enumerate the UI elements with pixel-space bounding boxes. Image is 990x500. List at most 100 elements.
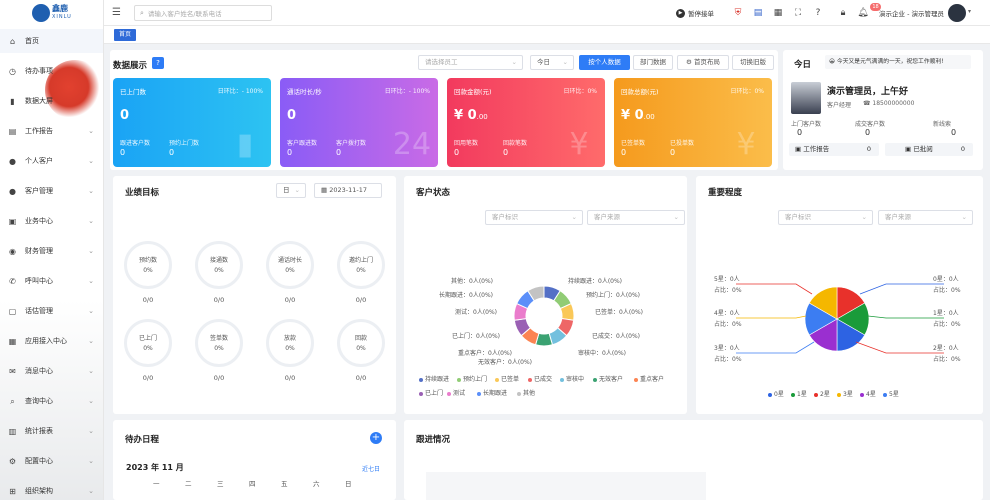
legend-item[interactable]: 审核中 <box>560 374 584 383</box>
period-select[interactable]: 今日 ⌄ <box>530 55 574 70</box>
bell-icon[interactable]: 🔔︎ <box>857 7 869 19</box>
stat-card[interactable]: 已上门数 日环比：- 100% 0 跟进客户数 0 预约上门数 0 ▮ <box>113 78 271 167</box>
legend-item[interactable]: 0星 <box>768 389 784 398</box>
sidebar-item-3[interactable]: ▤ 工作报告 ⌄ <box>0 119 103 143</box>
legend-label: 1星 <box>797 391 807 398</box>
legend-item[interactable]: 已签单 <box>495 374 519 383</box>
legend-item[interactable]: 预约上门 <box>457 374 487 383</box>
sidebar-item-1[interactable]: ◷ 待办事项 <box>0 59 103 83</box>
org-icon: ⊞ <box>9 486 16 496</box>
stat-card[interactable]: 回款金额(元) 日环比：0% ¥ 0.00 回用笔数 0 回款笔数 0 ¥ <box>447 78 605 167</box>
reviewed-button[interactable]: ▣ 已批阅 0 <box>885 143 973 156</box>
finance-icon: ◉ <box>9 246 16 256</box>
stat-card[interactable]: 回款总额(元) 日环比：0% ¥ 0.00 已签单数 0 已投单数 0 ¥ <box>614 78 772 167</box>
switch-old-button[interactable]: 切换旧版 <box>732 55 774 70</box>
employee-select[interactable]: 请选择员工 ⌄ <box>418 55 523 70</box>
avatar[interactable] <box>948 4 966 22</box>
menu-toggle-icon[interactable]: ☰ <box>112 7 121 18</box>
sidebar-item-2[interactable]: ▮ 数据大屏 <box>0 89 103 113</box>
sidebar-item-10[interactable]: ▦ 应用接入中心 ⌄ <box>0 329 103 353</box>
legend-item[interactable]: 其他 <box>517 388 535 397</box>
logo[interactable]: 鑫鹿 XINLU <box>0 0 103 26</box>
gauge-ring: 放款 0% <box>266 319 314 367</box>
legend-dot <box>593 377 597 382</box>
legend-item[interactable]: 2星 <box>814 389 830 398</box>
calculator-icon[interactable]: ▤ <box>752 7 764 19</box>
help-icon[interactable]: ? <box>812 7 824 19</box>
customer-source-select[interactable]: 客户来源 ⌄ <box>587 210 685 225</box>
sidebar-item-11[interactable]: ✉ 消息中心 ⌄ <box>0 359 103 383</box>
legend-dot <box>814 392 818 397</box>
grid-icon[interactable]: ▦ <box>772 7 784 19</box>
legend-item[interactable]: 1星 <box>791 389 807 398</box>
chat-icon: ▢ <box>8 306 17 316</box>
legend-dot <box>457 377 461 382</box>
legend-item[interactable]: 3星 <box>837 389 853 398</box>
top-header: ☰ ⌕ 请输入客户姓名/联系电话 ▶ 暂停接单 ⛨ ▤ ▦ ⛶ ? 🔒︎ 🔔︎ … <box>104 0 990 26</box>
chevron-down-icon: ⌄ <box>88 487 94 495</box>
today-stat-label: 新线索 <box>933 121 952 128</box>
sidebar-item-label: 组织架构 <box>25 487 53 495</box>
sidebar-item-8[interactable]: ✆ 呼叫中心 ⌄ <box>0 269 103 293</box>
sidebar-item-12[interactable]: ⌕ 查询中心 ⌄ <box>0 389 103 413</box>
stat-card-sub-value: 0 <box>670 148 676 157</box>
legend-dot <box>791 392 795 397</box>
sidebar-item-15[interactable]: ⊞ 组织架构 ⌄ <box>0 479 103 500</box>
legend-item[interactable]: 已上门 <box>419 388 443 397</box>
customer-tag-select[interactable]: 客户标识 ⌄ <box>485 210 583 225</box>
legend-item[interactable]: 长期跟进 <box>477 388 507 397</box>
legend-item[interactable]: 持续跟进 <box>419 374 449 383</box>
dept-data-button[interactable]: 部门数据 <box>633 55 673 70</box>
chevron-down-icon[interactable]: ▾ <box>968 8 971 15</box>
donut-label: 持续跟进：0人(0%) <box>568 278 623 285</box>
today-notice-text: 今天又是元气满满的一天，祝您工作顺利! <box>836 59 944 65</box>
layout-button[interactable]: ⚙ 首页布局 <box>677 55 729 70</box>
legend-item[interactable]: 测试 <box>447 388 465 397</box>
stat-card[interactable]: 通话时长/秒 日环比：- 100% 0 客户跟进数 0 客户拨打数 0 24 <box>280 78 438 167</box>
legend-item[interactable]: 已成交 <box>528 374 552 383</box>
weekday-label: 二 <box>185 480 192 488</box>
sidebar-item-4[interactable]: ● 个人客户 ⌄ <box>0 149 103 173</box>
stat-card-value-decimal: .00 <box>643 113 655 121</box>
donut-label: 测试：0人(0%) <box>455 309 498 316</box>
legend-label: 预约上门 <box>463 376 488 383</box>
perf-period-select[interactable]: 日 ⌄ <box>276 183 306 198</box>
legend-item[interactable]: 4星 <box>860 389 876 398</box>
sidebar-item-9[interactable]: ▢ 话估管理 ⌄ <box>0 299 103 323</box>
search-icon: ⌕ <box>140 8 144 17</box>
sidebar-item-0[interactable]: ⌂ 首页 <box>0 29 103 53</box>
legend-dot <box>883 392 887 397</box>
today-stat-value: 0 <box>951 128 957 137</box>
weekday-label: 四 <box>249 480 256 488</box>
sidebar-item-label: 工作报告 <box>25 127 53 135</box>
sidebar-item-label: 首页 <box>25 37 39 45</box>
shield-icon[interactable]: ⛨ <box>732 7 744 19</box>
legend-item[interactable]: 无效客户 <box>593 374 623 383</box>
sidebar-item-7[interactable]: ◉ 财务管理 ⌄ <box>0 239 103 263</box>
follow-title: 跟进情况 <box>416 435 451 445</box>
importance-leader-lines <box>736 283 944 354</box>
search-input[interactable]: ⌕ 请输入客户姓名/联系电话 <box>134 5 272 21</box>
recent-seven-days-link[interactable]: 近七日 <box>362 464 380 473</box>
legend-item[interactable]: 重点客户 <box>634 374 664 383</box>
info-icon[interactable]: ? <box>152 57 164 69</box>
legend-item[interactable]: 5星 <box>883 389 899 398</box>
sidebar-item-5[interactable]: ● 客户管理 ⌄ <box>0 179 103 203</box>
add-todo-button[interactable]: + <box>370 432 382 444</box>
sidebar-item-label: 统计报表 <box>25 427 53 435</box>
personal-data-button[interactable]: 按个人数据 <box>579 55 630 70</box>
fullscreen-icon[interactable]: ⛶ <box>792 7 804 19</box>
stat-card-value: ¥ 0.00 <box>454 108 488 123</box>
chevron-down-icon: ⌄ <box>88 247 94 255</box>
work-report-button[interactable]: ▣ 工作报告 0 <box>789 143 879 156</box>
stat-card-title: 回款总额(元) <box>621 88 659 96</box>
stat-card-value-decimal: .00 <box>476 113 488 121</box>
sidebar-item-6[interactable]: ▣ 业务中心 ⌄ <box>0 209 103 233</box>
date-picker[interactable]: ▦ 2023-11-17 <box>314 183 382 198</box>
pause-order-button[interactable]: ▶ 暂停接单 <box>676 6 714 20</box>
lock-icon[interactable]: 🔒︎ <box>837 7 849 19</box>
tab-home[interactable]: 首页 <box>114 29 137 41</box>
sidebar-item-13[interactable]: ▥ 统计报表 ⌄ <box>0 419 103 443</box>
company-user-label[interactable]: 演示企业 - 演示管理员 <box>879 6 944 20</box>
sidebar-item-14[interactable]: ⚙ 配置中心 ⌄ <box>0 449 103 473</box>
